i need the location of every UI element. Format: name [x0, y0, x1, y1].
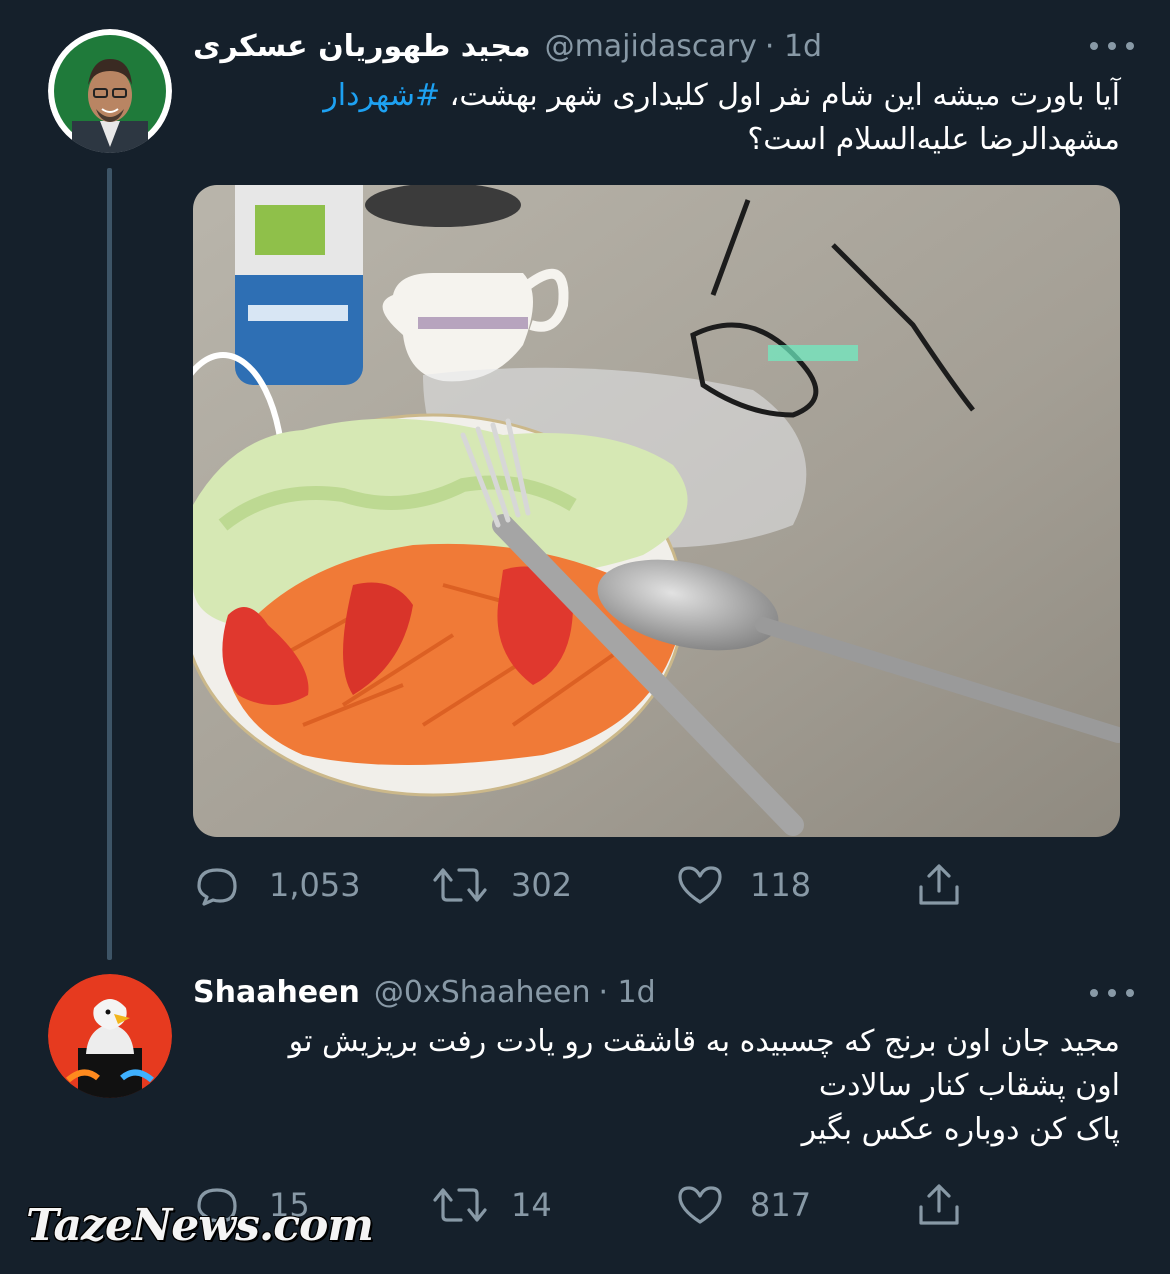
tweet-text-line-2: مشهدالرضا علیه‌السلام است؟	[747, 122, 1120, 157]
reply-retweet-count: 14	[511, 1186, 552, 1224]
thread-connector-line	[107, 168, 112, 960]
more-icon[interactable]	[1090, 36, 1134, 56]
share-button[interactable]	[915, 860, 963, 910]
site-watermark: TazeNews.com	[26, 1200, 374, 1251]
like-button[interactable]: 118	[676, 860, 811, 910]
author-name[interactable]: مجید طهوریان عسکری	[193, 29, 531, 64]
tweet-photo[interactable]	[193, 185, 1120, 837]
author-avatar[interactable]	[48, 29, 172, 153]
reply-more-icon[interactable]	[1090, 983, 1134, 1003]
retweet-button[interactable]: 302	[431, 860, 572, 910]
hashtag-link[interactable]: #شهردار	[323, 78, 440, 113]
reply-time[interactable]: · 1d	[598, 975, 655, 1010]
reply-text-line-3: پاک کن دوباره عکس بگیر	[801, 1112, 1120, 1147]
heart-icon	[678, 866, 722, 904]
reply-author-name[interactable]: Shaaheen	[193, 975, 360, 1010]
retweet-icon	[433, 1188, 487, 1222]
heart-icon	[678, 1186, 722, 1224]
share-icon	[919, 864, 959, 905]
reply-header: Shaaheen @0xShaaheen · 1d	[193, 970, 656, 1014]
retweet-count: 302	[511, 866, 573, 904]
share-icon	[919, 1184, 959, 1225]
reply-author-avatar[interactable]	[48, 974, 172, 1098]
retweet-icon	[433, 868, 487, 902]
reply-button[interactable]: 1,053	[193, 860, 361, 910]
reply-text: مجید جان اون برنج که چسبیده به قاشقت رو …	[193, 1020, 1120, 1152]
reply-count: 1,053	[269, 866, 361, 904]
tweet-header: مجید طهوریان عسکری @majidascary · 1d	[193, 24, 822, 68]
tweet-text-line-1: آیا باورت میشه این شام نفر اول کلیداری ش…	[193, 74, 1120, 118]
author-handle[interactable]: @majidascary	[545, 29, 757, 64]
tweet-action-bar: 1,053 302 118	[193, 860, 993, 910]
reply-share-button[interactable]	[915, 1180, 963, 1230]
tweet-text-plain: آیا باورت میشه این شام نفر اول کلیداری ش…	[440, 78, 1120, 113]
reply-text-line-2: اون پشقاب کنار سالادت	[818, 1068, 1120, 1103]
reply-author-handle[interactable]: @0xShaaheen	[374, 975, 591, 1010]
reply-text-line-1: مجید جان اون برنج که چسبیده به قاشقت رو …	[288, 1024, 1120, 1059]
reply-retweet-button[interactable]: 14	[431, 1180, 552, 1230]
like-count: 118	[750, 866, 812, 904]
reply-like-count: 817	[750, 1186, 812, 1224]
reply-like-button[interactable]: 817	[676, 1180, 811, 1230]
reply-icon	[197, 868, 237, 906]
tweet-time[interactable]: · 1d	[765, 29, 822, 64]
tweet-text: آیا باورت میشه این شام نفر اول کلیداری ش…	[193, 74, 1120, 162]
